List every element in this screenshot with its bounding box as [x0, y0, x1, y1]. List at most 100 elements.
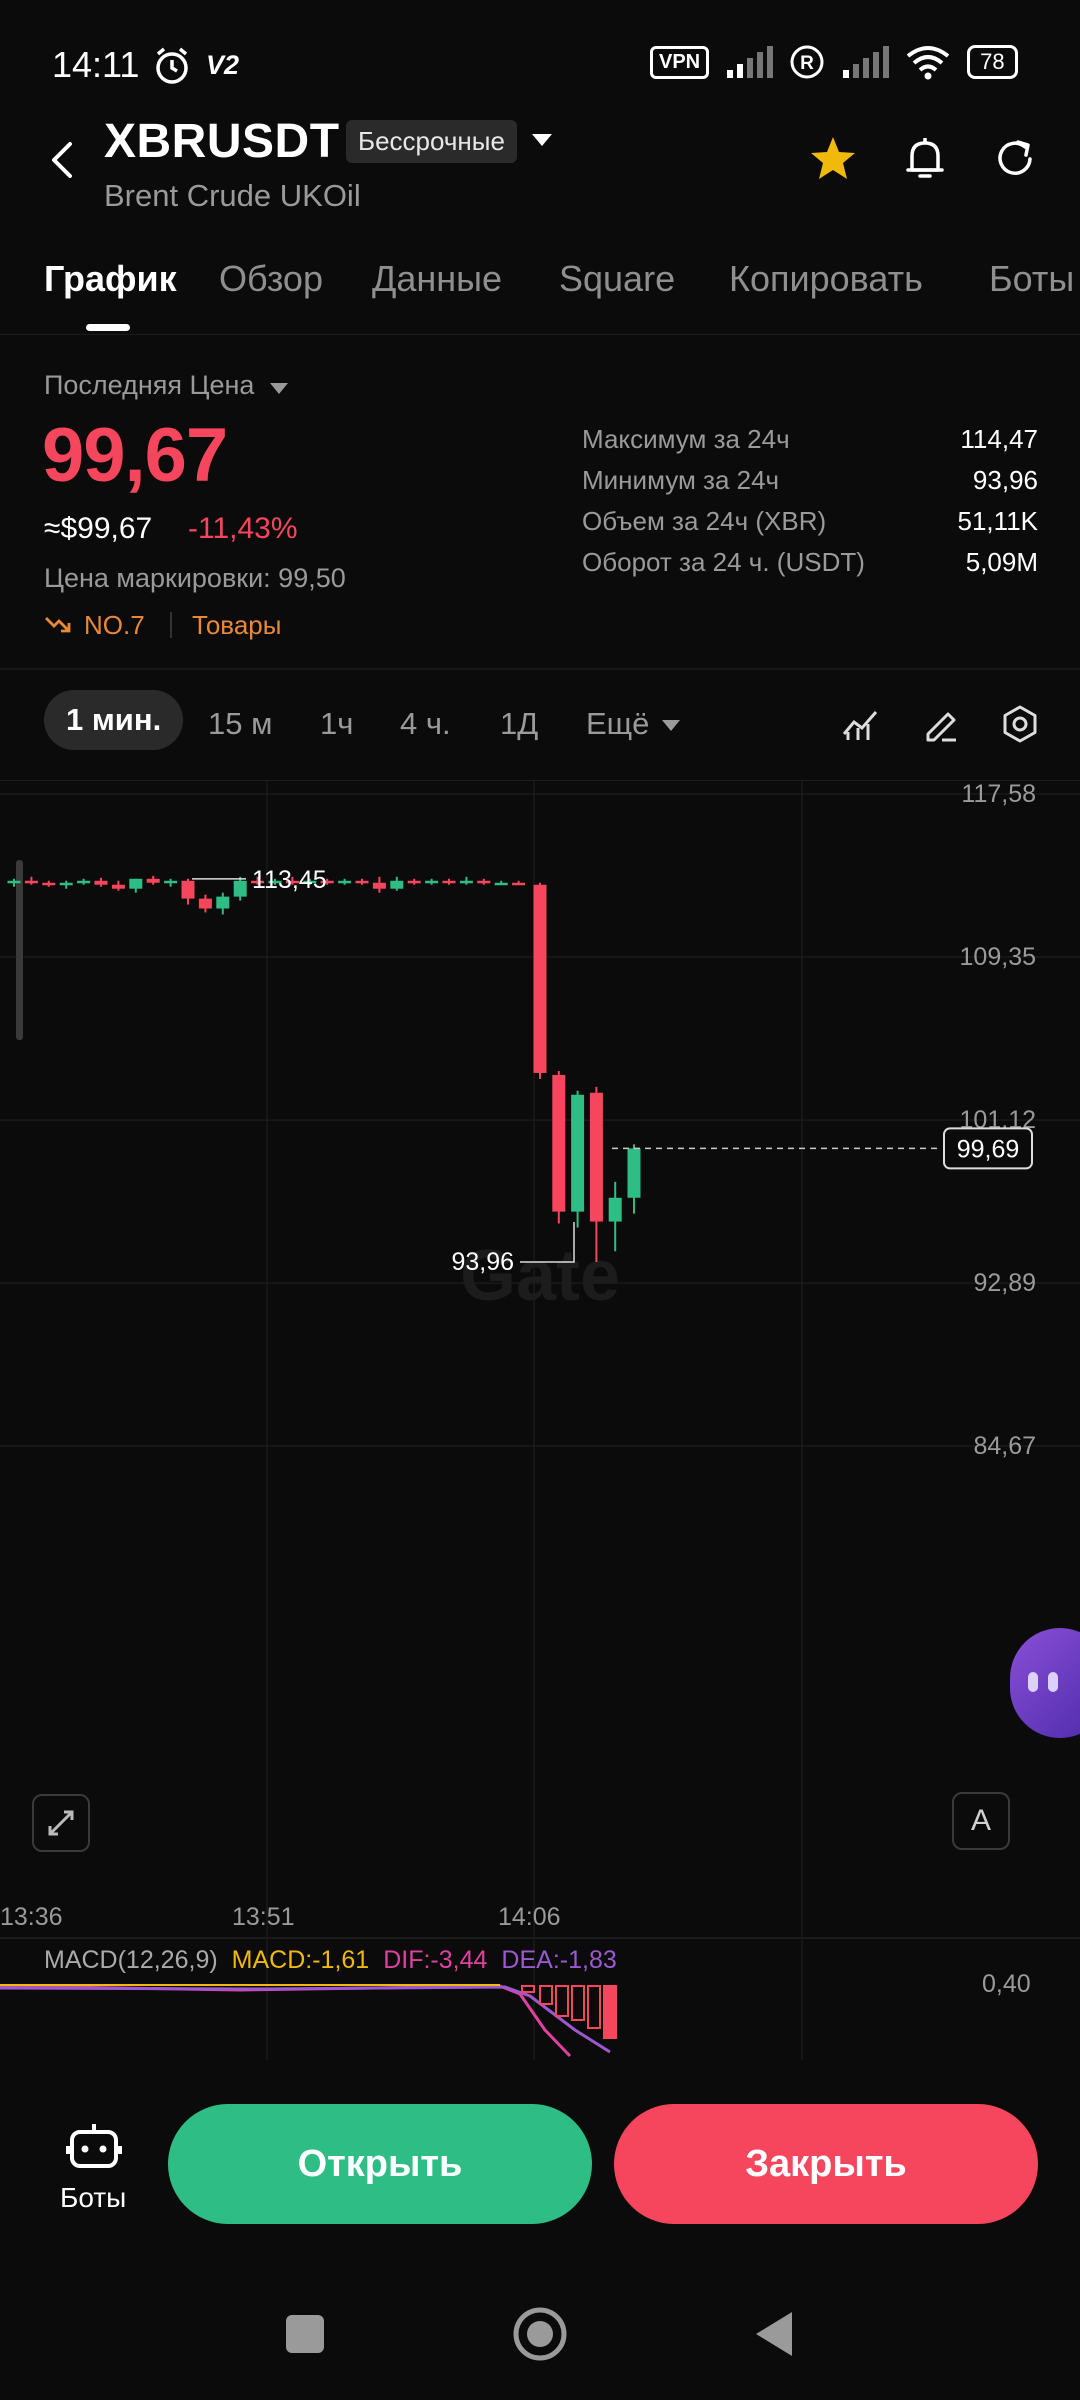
candle-body	[42, 882, 56, 886]
tab-square[interactable]: Square	[559, 258, 675, 300]
tab-bots[interactable]: Боты	[989, 258, 1074, 300]
stat-row: Оборот за 24 ч. (USDT) 5,09M	[582, 547, 1038, 588]
last-price-label[interactable]: Последняя Цена	[44, 370, 254, 401]
macd-histogram-bar	[571, 1985, 585, 2021]
status-time: 14:11	[52, 44, 140, 85]
timeframe-1h[interactable]: 1ч	[320, 706, 353, 742]
last-price: 99,67	[42, 413, 228, 498]
home-icon[interactable]	[512, 2306, 568, 2362]
macd-histogram-bar	[539, 1985, 553, 2005]
macd-name: MACD(12,26,9)	[44, 1946, 218, 1974]
chart-scroll-handle[interactable]	[16, 860, 23, 1040]
expand-icon[interactable]	[32, 1794, 90, 1852]
star-icon[interactable]	[808, 134, 858, 184]
contract-type-badge[interactable]: Бессрочные	[346, 120, 517, 163]
macd-histogram-bar	[587, 1985, 601, 2029]
timeframe-more[interactable]: Ещё	[586, 706, 649, 742]
robot-icon[interactable]	[66, 2120, 122, 2174]
main-tabs: График Обзор Данные Square Копировать Бо…	[0, 250, 1080, 335]
rank-badge[interactable]: NO.7	[84, 610, 145, 641]
candle-body	[533, 884, 547, 1073]
signal-icon	[843, 46, 890, 78]
candle-body	[111, 884, 125, 889]
candle-body	[181, 880, 195, 899]
low-marker-label: 93,96	[451, 1248, 514, 1276]
candle-body	[7, 880, 21, 884]
recents-icon[interactable]	[286, 2315, 324, 2353]
tab-overview[interactable]: Обзор	[219, 258, 323, 300]
timeframe-15m[interactable]: 15 м	[208, 706, 272, 742]
svg-text:R: R	[800, 53, 814, 74]
symbol-subtitle: Brent Crude UKOil	[104, 178, 361, 213]
bell-icon[interactable]	[900, 134, 950, 184]
timeframe-1d[interactable]: 1Д	[500, 706, 538, 742]
price-chart[interactable]: Gate 117,58109,35101,1292,8984,6713:36 13…	[0, 780, 1080, 2060]
roaming-icon: R	[790, 45, 824, 79]
candle-body	[571, 1094, 585, 1212]
open-position-button[interactable]: Открыть	[168, 2104, 592, 2224]
stat-label: Оборот за 24 ч. (USDT)	[582, 547, 865, 577]
dif-line	[0, 1984, 572, 2058]
signal-icon	[727, 46, 774, 78]
candle-body	[129, 878, 143, 889]
alarm-icon	[156, 47, 188, 84]
tab-copy[interactable]: Копировать	[729, 258, 923, 300]
macd-histogram-bar	[555, 1985, 569, 2017]
chevron-down-icon[interactable]	[270, 383, 288, 394]
section-divider	[0, 668, 1080, 670]
dif-value: DIF:-3,44	[383, 1946, 488, 1974]
auto-scale-button[interactable]: A	[952, 1792, 1010, 1850]
timeframe-1m[interactable]: 1 мин.	[44, 690, 184, 750]
x-axis-label: 14:06	[498, 1903, 561, 1931]
macd-legend: MACD(12,26,9) MACD:-1,61 DIF:-3,44 DEA:-…	[44, 1946, 617, 1975]
tab-chart[interactable]: График	[44, 258, 177, 300]
macd-axis-label: 0,40	[982, 1970, 1031, 1998]
trend-down-icon	[45, 617, 71, 633]
chevron-down-icon[interactable]	[532, 134, 552, 146]
macd-value: MACD:-1,61	[231, 1946, 370, 1974]
price-change: -11,43%	[188, 512, 298, 545]
close-position-button[interactable]: Закрыть	[614, 2104, 1038, 2224]
indicator-icon[interactable]	[840, 704, 880, 744]
back-nav-icon[interactable]	[754, 2310, 794, 2358]
share-icon[interactable]	[990, 134, 1040, 184]
mark-price: Цена маркировки: 99,50	[44, 563, 346, 593]
chevron-down-icon[interactable]	[662, 720, 680, 731]
y-axis-label: 117,58	[961, 780, 1036, 808]
x-axis-label: 13:36	[0, 1903, 63, 1931]
candle-body	[425, 880, 439, 884]
back-icon[interactable]	[44, 140, 84, 180]
candle-body	[94, 880, 108, 885]
y-axis-label: 84,67	[973, 1432, 1036, 1460]
macd-histogram-bar	[521, 1985, 535, 1993]
draw-icon[interactable]	[920, 704, 960, 744]
category-tag[interactable]: Товары	[192, 610, 281, 641]
bots-label[interactable]: Боты	[60, 2182, 126, 2214]
candle-body	[372, 882, 386, 889]
candle-body	[407, 880, 421, 884]
timeframe-bar: 1 мин. 15 м 1ч 4 ч. 1Д Ещё	[0, 690, 1080, 760]
tab-active-indicator	[86, 324, 130, 331]
stat-value: 5,09M	[965, 547, 1038, 577]
stat-value: 93,96	[972, 465, 1038, 495]
candle-body	[24, 880, 38, 884]
tab-data[interactable]: Данные	[372, 258, 502, 300]
stat-label: Объем за 24ч (XBR)	[582, 506, 827, 536]
candle-body	[512, 882, 526, 886]
timeframe-4h[interactable]: 4 ч.	[400, 706, 451, 742]
battery-icon: 78	[967, 45, 1018, 79]
symbol-title[interactable]: XBRUSDT	[104, 114, 340, 169]
candle-body	[77, 880, 91, 884]
stat-row: Минимум за 24ч 93,96	[582, 465, 1038, 506]
stat-row: Максимум за 24ч 114,47	[582, 424, 1038, 465]
battery-level: 78	[980, 49, 1005, 74]
dea-line	[0, 1985, 611, 2054]
x-axis-label: 13:51	[232, 1903, 295, 1931]
candle-body	[627, 1148, 641, 1198]
candle-body	[233, 880, 247, 897]
settings-icon[interactable]	[1000, 704, 1040, 744]
candle-body	[59, 882, 73, 886]
candle-body	[442, 880, 456, 884]
stat-value: 114,47	[960, 424, 1038, 454]
candle-body	[216, 896, 230, 909]
